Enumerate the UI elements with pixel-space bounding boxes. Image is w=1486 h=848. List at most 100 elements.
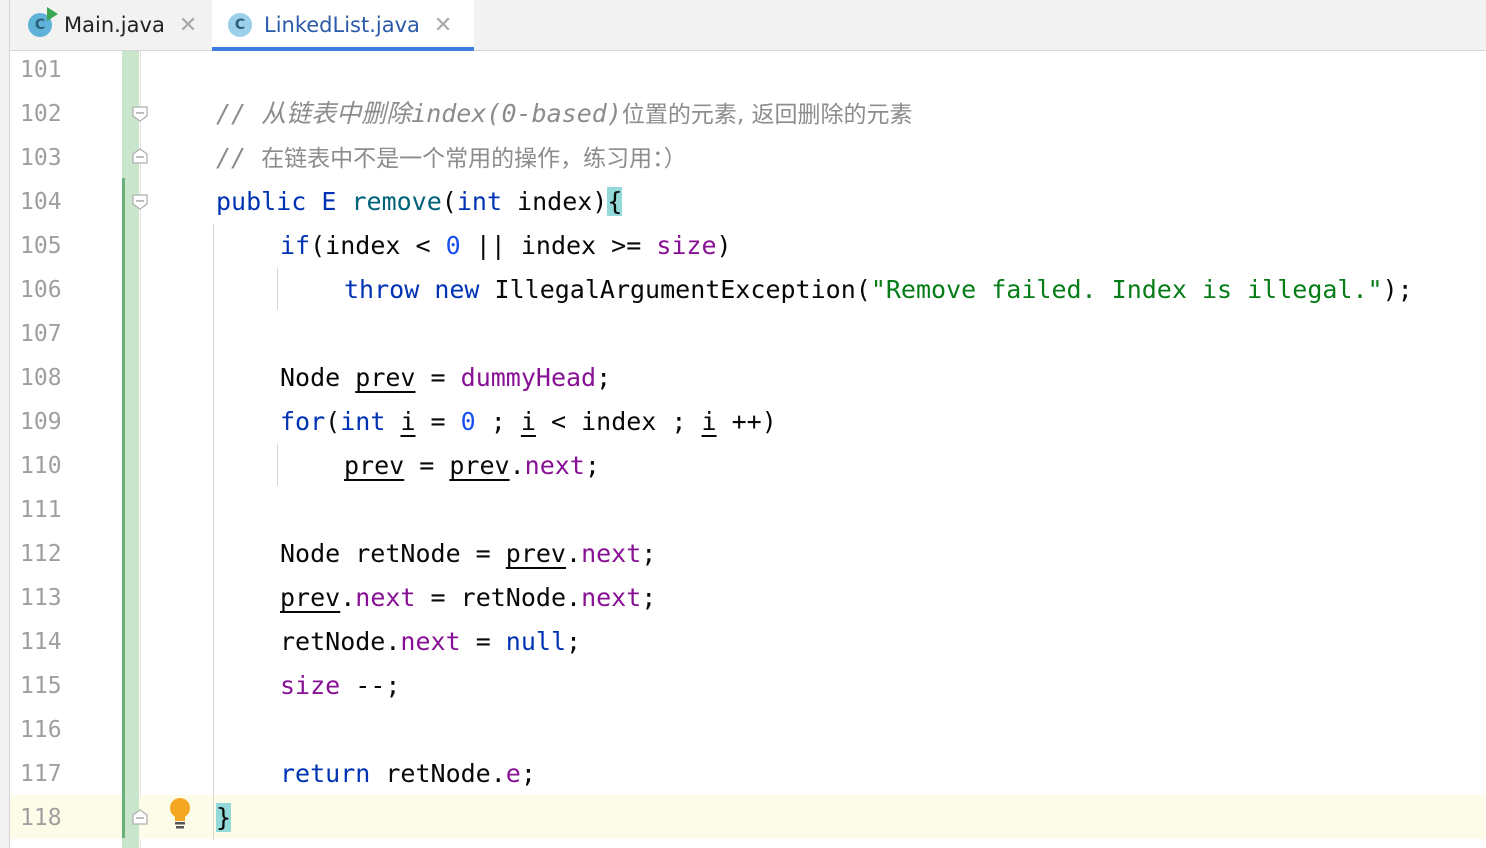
- code-line-112[interactable]: Node retNode = prev.next;: [280, 532, 656, 576]
- code-text: =: [415, 363, 461, 392]
- line-number: 103: [20, 145, 62, 171]
- keyword: null: [505, 627, 567, 656]
- field-ref: next: [581, 583, 642, 612]
- indent-guide: [277, 444, 278, 486]
- code-text: Node retNode =: [280, 539, 506, 568]
- comment-text: //: [216, 143, 262, 172]
- code-text: ;: [475, 407, 521, 436]
- code-line-102[interactable]: // 从链表中删除index(0-based)位置的元素, 返回删除的元素: [216, 92, 913, 137]
- class-icon-letter: C: [234, 17, 246, 33]
- code-line-114[interactable]: retNode.next = null;: [280, 620, 581, 664]
- code-line-115[interactable]: size --;: [280, 664, 400, 708]
- code-line-108[interactable]: Node prev = dummyHead;: [280, 356, 611, 400]
- class-run-icon: C: [28, 7, 58, 37]
- code-text: );: [1382, 275, 1413, 304]
- code-text: =: [404, 451, 450, 480]
- tab-main-java[interactable]: C Main.java ✕: [28, 0, 222, 50]
- editor-tab-bar: C Main.java ✕ C LinkedList.java ✕: [10, 0, 1486, 51]
- keyword: int: [340, 407, 386, 436]
- variable-ref: i: [701, 407, 717, 436]
- line-number: 109: [20, 409, 62, 435]
- code-text: Node: [280, 363, 356, 392]
- code-text: || index >=: [460, 231, 657, 260]
- line-number: 108: [20, 365, 62, 391]
- string-literal: "Remove failed. Index is illegal.": [870, 275, 1383, 304]
- keyword: public: [216, 187, 307, 216]
- code-text: ;: [566, 627, 582, 656]
- line-number: 116: [20, 717, 62, 743]
- line-number: 112: [20, 541, 62, 567]
- code-line-109[interactable]: for(int i = 0 ; i < index ; i ++): [280, 400, 777, 444]
- number-literal: 0: [460, 407, 476, 436]
- keyword: if: [280, 231, 311, 260]
- field-ref: e: [505, 759, 521, 788]
- code-text: ;: [584, 451, 600, 480]
- code-text: ++): [716, 407, 777, 436]
- type-text: E: [306, 187, 352, 216]
- fold-end-icon[interactable]: [131, 808, 149, 826]
- close-icon[interactable]: ✕: [179, 13, 197, 38]
- code-line-105[interactable]: if(index < 0 || index >= size): [280, 224, 732, 268]
- code-line-113[interactable]: prev.next = retNode.next;: [280, 576, 656, 620]
- active-tab-indicator: [212, 47, 474, 51]
- matched-brace: }: [216, 803, 232, 832]
- method-name: remove: [351, 187, 442, 216]
- code-text: retNode.: [280, 627, 401, 656]
- line-number: 106: [20, 277, 62, 303]
- fold-end-icon[interactable]: [131, 147, 149, 165]
- matched-brace: {: [607, 187, 623, 216]
- line-number: 111: [20, 497, 62, 523]
- line-number: 118: [20, 805, 62, 831]
- code-line-118[interactable]: }: [216, 796, 232, 840]
- code-text: =: [415, 407, 461, 436]
- comment-text: 在链表中不是一个常用的操作，练习用：）: [261, 146, 687, 172]
- variable-ref: i: [520, 407, 536, 436]
- code-line-106[interactable]: throw new IllegalArgumentException("Remo…: [344, 268, 1413, 312]
- comment-text: 位置的元素, 返回删除的元素: [621, 102, 913, 128]
- line-number: 102: [20, 101, 62, 127]
- field-ref: next: [400, 627, 461, 656]
- code-text: --;: [340, 671, 401, 700]
- code-text: .: [566, 539, 582, 568]
- code-text: ;: [641, 539, 657, 568]
- keyword: int: [456, 187, 502, 216]
- vcs-change-marker-edge: [122, 178, 125, 838]
- code-text: (: [325, 407, 341, 436]
- variable-ref: prev: [344, 451, 405, 480]
- code-line-104[interactable]: public E remove(int index){: [216, 180, 623, 224]
- keyword: return: [280, 759, 371, 788]
- code-line-110[interactable]: prev = prev.next;: [344, 444, 600, 488]
- code-text: < index ;: [535, 407, 702, 436]
- lightbulb-icon[interactable]: [168, 797, 192, 831]
- close-icon[interactable]: ✕: [434, 13, 452, 38]
- fold-collapse-icon[interactable]: [131, 193, 149, 211]
- field-ref: dummyHead: [460, 363, 597, 392]
- variable-ref: prev: [280, 583, 341, 612]
- keyword: new: [434, 275, 480, 304]
- current-line-highlight: [10, 795, 1486, 839]
- code-text: (: [441, 187, 457, 216]
- code-line-117[interactable]: return retNode.e;: [280, 752, 536, 796]
- keyword: for: [280, 407, 326, 436]
- indent-guide: [277, 268, 278, 310]
- code-line-103[interactable]: // 在链表中不是一个常用的操作，练习用：）: [216, 136, 687, 181]
- indent-guide: [213, 224, 214, 840]
- line-number: 104: [20, 189, 62, 215]
- class-icon: C: [228, 13, 252, 37]
- comment-text: index(0-based): [411, 99, 622, 128]
- field-ref: size: [280, 671, 341, 700]
- variable-ref: prev: [449, 451, 510, 480]
- code-text: index): [502, 187, 608, 216]
- line-number: 117: [20, 761, 62, 787]
- tab-linkedlist-java[interactable]: C LinkedList.java ✕: [212, 0, 474, 51]
- class-icon-letter: C: [34, 17, 46, 33]
- code-text: ;: [641, 583, 657, 612]
- variable-ref: i: [400, 407, 416, 436]
- code-text: IllegalArgumentException(: [479, 275, 871, 304]
- fold-collapse-icon[interactable]: [131, 105, 149, 123]
- code-text: ;: [596, 363, 612, 392]
- line-number: 110: [20, 453, 62, 479]
- code-text: (index <: [310, 231, 446, 260]
